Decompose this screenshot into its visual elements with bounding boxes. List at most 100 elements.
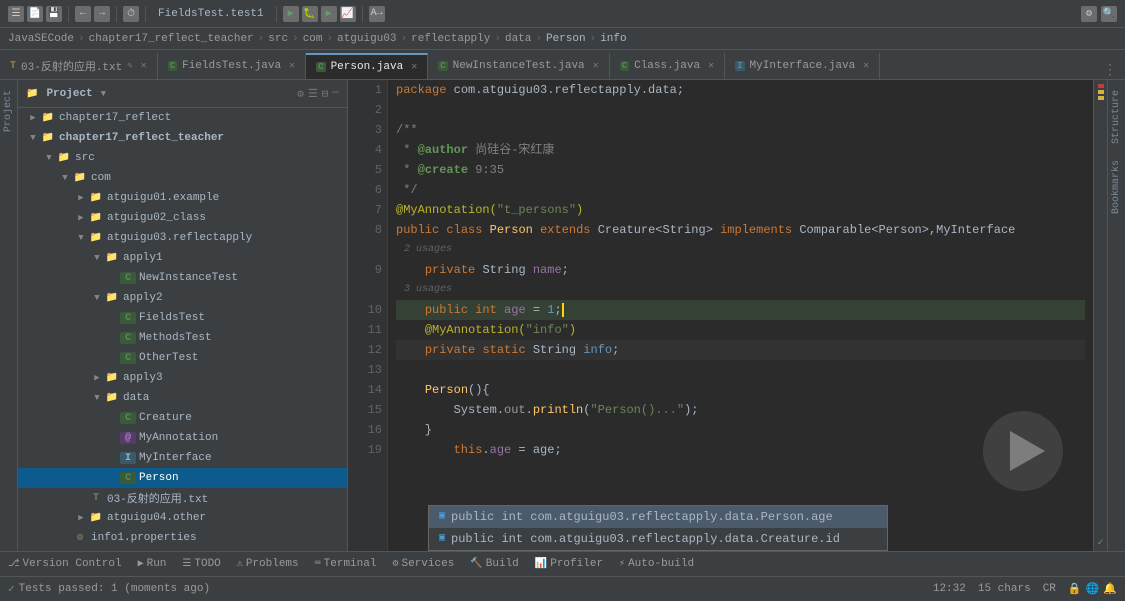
popup-field-icon-1: ▣ (439, 507, 445, 527)
cmt-create-val: 9:35 (468, 160, 504, 180)
forward-icon[interactable]: → (94, 6, 110, 22)
tree-info1-prop[interactable]: ▶ ⚙ info1.properties (18, 528, 347, 548)
run-icon[interactable]: ▶ (321, 6, 337, 22)
tree-newinstance[interactable]: ▶ C NewInstanceTest (18, 268, 347, 288)
todo-tab[interactable]: ☰ TODO (182, 558, 220, 570)
menu-icon[interactable]: ☰ (8, 6, 24, 22)
recent-files-icon[interactable]: ⏱ (123, 6, 139, 22)
popup-item-2[interactable]: ▣ public int com.atguigu03.reflectapply.… (429, 528, 887, 550)
tree-label-teacher: chapter17_reflect_teacher (59, 132, 224, 144)
code-content[interactable]: package com.atguigu03.reflectapply.data;… (388, 80, 1093, 551)
breadcrumb-person[interactable]: Person (546, 33, 586, 45)
breadcrumb-bar: JavaSECode › chapter17_reflect_teacher ›… (0, 28, 1125, 50)
translate-icon[interactable]: A→ (369, 6, 385, 22)
tab-close-newinstance[interactable]: ✕ (593, 60, 599, 72)
autobuild-tab[interactable]: ⚡ Auto-build (619, 558, 694, 570)
line-num-11: 11 (353, 320, 382, 340)
tree-atguigu03[interactable]: ▼ 📁 atguigu03.reflectapply (18, 228, 347, 248)
tab-class[interactable]: C Class.java ✕ (610, 53, 725, 79)
tab-close-myinterface[interactable]: ✕ (863, 60, 869, 72)
build-tab[interactable]: 🔨 Build (470, 558, 518, 570)
tab-myinterface[interactable]: I MyInterface.java ✕ (725, 53, 880, 79)
breadcrumb-src[interactable]: src (268, 33, 288, 45)
tree-apply3[interactable]: ▶ 📁 apply3 (18, 368, 347, 388)
tree-person[interactable]: ▶ C Person (18, 468, 347, 488)
coverage-icon[interactable]: 📈 (340, 6, 356, 22)
project-tree: ▶ 📁 chapter17_reflect ▼ 📁 chapter17_refl… (18, 108, 347, 551)
tree-src[interactable]: ▼ 📁 src (18, 148, 347, 168)
usages-2: 2 usages (404, 240, 452, 260)
tree-data[interactable]: ▼ 📁 data (18, 388, 347, 408)
breadcrumb-data[interactable]: data (505, 33, 531, 45)
tree-atguigu04[interactable]: ▶ 📁 atguigu04.other (18, 508, 347, 528)
file-icon[interactable]: 📄 (27, 6, 43, 22)
tree-myannotation[interactable]: ▶ @ MyAnnotation (18, 428, 347, 448)
tree-myinterface[interactable]: ▶ I MyInterface (18, 448, 347, 468)
tab-close-fieldstest[interactable]: ✕ (289, 60, 295, 72)
tab-newinstance[interactable]: C NewInstanceTest.java ✕ (428, 53, 609, 79)
tree-txt-reflect[interactable]: ▶ T 03-反射的应用.txt (18, 488, 347, 508)
bookmarks-panel-toggle[interactable]: Bookmarks (1109, 154, 1124, 220)
project-settings-icon[interactable]: ⚙ (297, 87, 304, 101)
autobuild-icon: ⚡ (619, 558, 625, 570)
tab-close[interactable]: ✕ (141, 60, 147, 72)
tree-othertest[interactable]: ▶ C OtherTest (18, 348, 347, 368)
project-panel: 📁 Project ▼ ⚙ ☰ ⊟ — ▶ 📁 chapter17_reflec… (18, 80, 348, 551)
back-icon[interactable]: ← (75, 6, 91, 22)
tree-creature[interactable]: ▶ C Creature (18, 408, 347, 428)
code-line-14: Person(){ (396, 380, 1085, 400)
tree-fieldstest[interactable]: ▶ C FieldsTest (18, 308, 347, 328)
tree-apply2[interactable]: ▼ 📁 apply2 (18, 288, 347, 308)
tab-overflow-icon[interactable]: ⋮ (1103, 62, 1117, 79)
tab-fieldstest[interactable]: C FieldsTest.java ✕ (158, 53, 306, 79)
arrow-teacher: ▼ (26, 133, 40, 143)
structure-panel-toggle[interactable]: Structure (1109, 84, 1124, 150)
version-control-tab[interactable]: ⎇ Version Control (8, 558, 122, 570)
settings-icon[interactable]: ⚙ (1081, 6, 1097, 22)
project-caret[interactable]: ▼ (101, 89, 106, 99)
tab-person[interactable]: C Person.java ✕ (306, 53, 428, 79)
breadcrumb-atguigu03[interactable]: atguigu03 (337, 33, 396, 45)
str-person-init: "Person()..." (590, 400, 684, 420)
save-icon[interactable]: 💾 (46, 6, 62, 22)
tree-chapter17-reflect[interactable]: ▶ 📁 chapter17_reflect (18, 108, 347, 128)
search-icon[interactable]: 🔍 (1101, 6, 1117, 22)
project-header-label: Project (46, 88, 92, 100)
breadcrumb-com[interactable]: com (303, 33, 323, 45)
encoding-status[interactable]: CR (1043, 583, 1056, 595)
breadcrumb-info[interactable]: info (600, 33, 626, 45)
run-tab[interactable]: ▶ Run (138, 558, 167, 570)
field-out: out (504, 400, 526, 420)
tree-methodstest[interactable]: ▶ C MethodsTest (18, 328, 347, 348)
tab-反射应用[interactable]: T 03-反射的应用.txt ✎ ✕ (0, 53, 158, 79)
play-button-overlay[interactable] (983, 411, 1063, 491)
problems-tab[interactable]: ⚠ Problems (237, 558, 299, 570)
tree-com[interactable]: ▼ 📁 com (18, 168, 347, 188)
popup-item-1[interactable]: ▣ public int com.atguigu03.reflectapply.… (429, 506, 887, 528)
tree-atguigu02[interactable]: ▶ 📁 atguigu02_class (18, 208, 347, 228)
txt-icon-reflect: T (88, 492, 104, 504)
tree-label-data: data (123, 392, 149, 404)
tab-close-person[interactable]: ✕ (411, 61, 417, 73)
tree-chapter17-teacher[interactable]: ▼ 📁 chapter17_reflect_teacher (18, 128, 347, 148)
project-panel-toggle[interactable]: Project (1, 84, 16, 138)
breadcrumb-javasecode[interactable]: JavaSECode (8, 33, 74, 45)
project-list-icon[interactable]: ☰ (308, 87, 318, 101)
profiler-tab[interactable]: 📊 Profiler (535, 558, 603, 570)
line-num-3: 3 (353, 120, 382, 140)
cmt-end: */ (396, 180, 418, 200)
breadcrumb-chapter[interactable]: chapter17_reflect_teacher (89, 33, 254, 45)
project-collapse-icon[interactable]: ⊟ (322, 87, 329, 101)
top-toolbar: ☰ 📄 💾 ← → ⏱ FieldsTest.test1 ▶ 🐛 ▶ 📈 A→ … (0, 0, 1125, 28)
line-col-status[interactable]: 12:32 (933, 583, 966, 595)
terminal-tab[interactable]: ⌨ Terminal (315, 558, 377, 570)
tab-close-class[interactable]: ✕ (708, 60, 714, 72)
build-icon[interactable]: ▶ (283, 6, 299, 22)
terminal-icon: ⌨ (315, 558, 321, 570)
tree-apply1[interactable]: ▼ 📁 apply1 (18, 248, 347, 268)
breadcrumb-reflectapply[interactable]: reflectapply (411, 33, 490, 45)
project-close-icon[interactable]: — (332, 87, 339, 101)
services-tab[interactable]: ⚙ Services (392, 558, 454, 570)
debug-icon[interactable]: 🐛 (302, 6, 318, 22)
tree-atguigu01[interactable]: ▶ 📁 atguigu01.example (18, 188, 347, 208)
